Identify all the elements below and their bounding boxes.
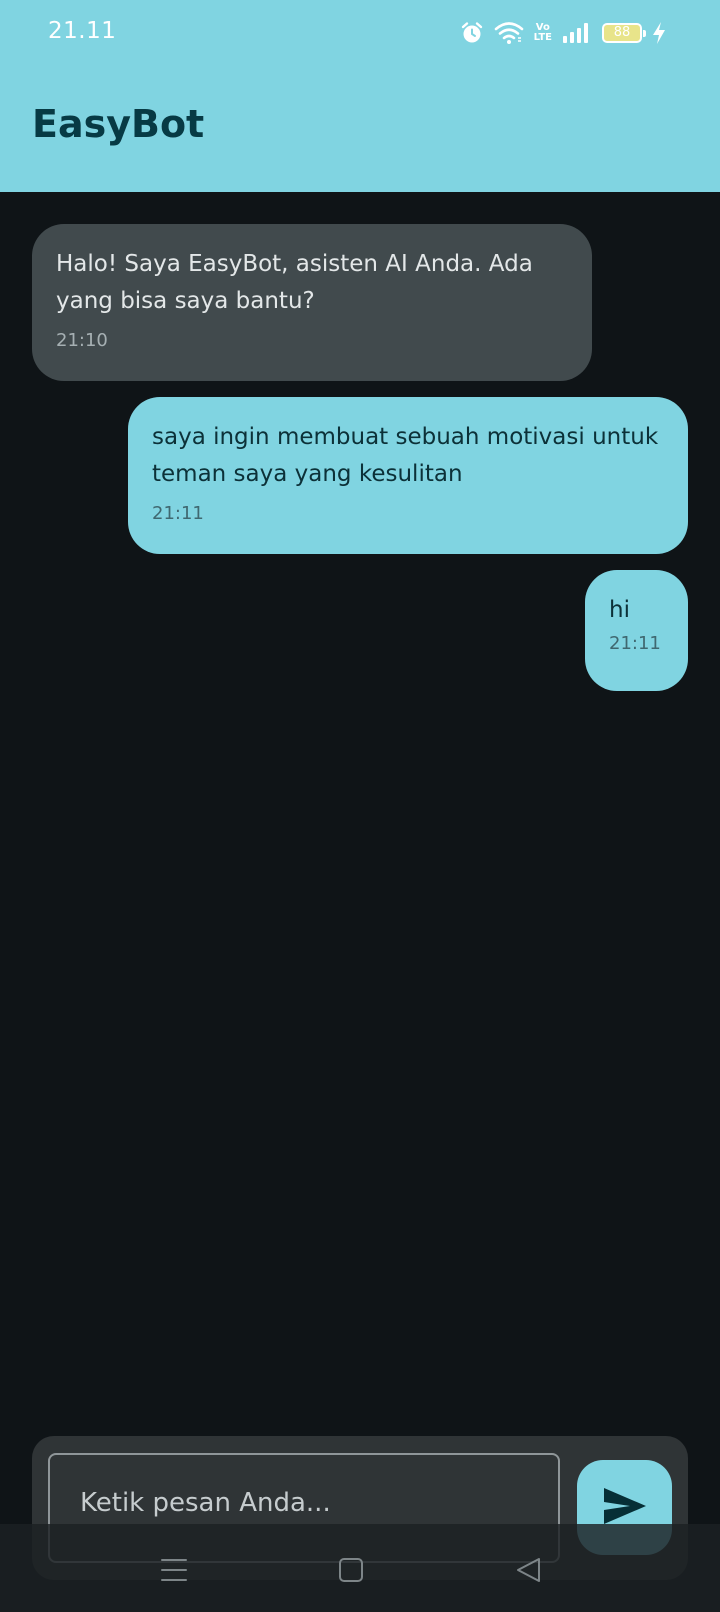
bot-message-bubble: Halo! Saya EasyBot, asisten AI Anda. Ada… bbox=[32, 224, 592, 381]
status-bar: 21.11 Vo LTE 88 bbox=[0, 0, 720, 64]
app-title: EasyBot bbox=[32, 102, 205, 146]
menu-icon[interactable] bbox=[154, 1554, 194, 1586]
status-time: 21.11 bbox=[48, 18, 117, 44]
battery-icon: 88 bbox=[602, 23, 646, 43]
home-icon[interactable] bbox=[331, 1554, 371, 1586]
user-message-bubble: saya ingin membuat sebuah motivasi untuk… bbox=[128, 397, 688, 554]
status-icons: Vo LTE 88 bbox=[460, 20, 666, 46]
volte-icon: Vo LTE bbox=[534, 23, 552, 43]
message-time: 21:11 bbox=[609, 633, 661, 654]
signal-icon bbox=[562, 22, 592, 44]
message-text: Halo! Saya EasyBot, asisten AI Anda. Ada… bbox=[56, 251, 533, 314]
system-nav-bar bbox=[0, 1524, 720, 1612]
charging-icon bbox=[652, 21, 666, 45]
message-text: hi bbox=[609, 597, 630, 623]
message-time: 21:10 bbox=[56, 330, 108, 351]
alarm-icon bbox=[460, 21, 484, 45]
message-text: saya ingin membuat sebuah motivasi untuk… bbox=[152, 424, 659, 487]
volte-bottom-label: LTE bbox=[533, 32, 552, 43]
back-icon[interactable] bbox=[508, 1554, 548, 1586]
send-icon bbox=[602, 1486, 648, 1529]
message-time: 21:11 bbox=[152, 503, 204, 524]
battery-level: 88 bbox=[613, 25, 631, 40]
app-bar: EasyBot bbox=[0, 64, 720, 192]
wifi-icon bbox=[494, 21, 524, 45]
user-message-bubble: hi 21:11 bbox=[585, 570, 688, 691]
